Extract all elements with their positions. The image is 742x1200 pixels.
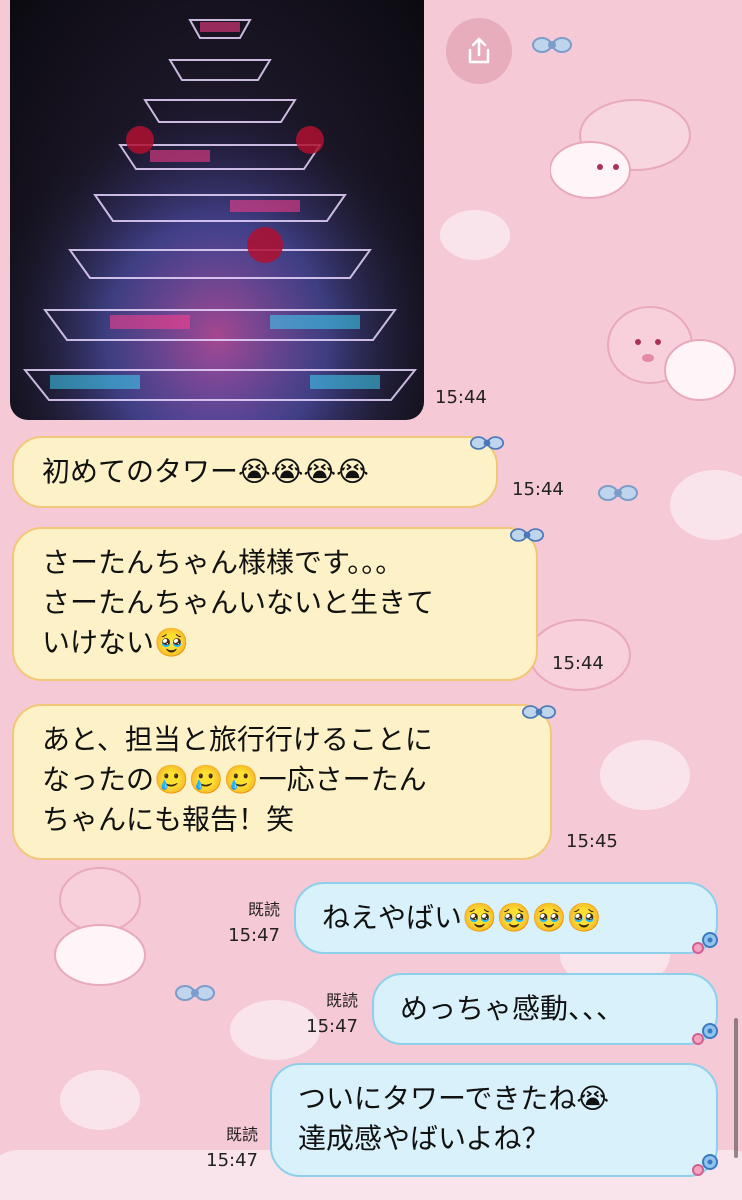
message-text: さーたんちゃん様様です。。。	[42, 546, 404, 579]
read-receipt: 既読 15:47	[296, 988, 358, 1040]
read-label: 既読	[325, 991, 358, 1010]
message-text: さーたんちゃんいないと生きて	[42, 586, 435, 619]
message-timestamp: 15:47	[228, 925, 280, 946]
bunny-wallpaper-icon	[54, 867, 146, 986]
ribbon-icon	[532, 37, 572, 53]
message-text: あと、担当と旅行行けることに	[42, 723, 433, 756]
message-timestamp: 15:44	[552, 653, 604, 674]
outgoing-message-bubble[interactable]: めっちゃ感動、、、	[372, 973, 718, 1045]
ribbon-icon	[470, 436, 504, 450]
incoming-message-bubble[interactable]: さーたんちゃん様様です。。。 さーたんちゃんいないと生きて いけない🥹	[12, 527, 538, 681]
read-receipt: 既読 15:47	[218, 897, 280, 949]
message-text: めっちゃ感動、、、	[400, 992, 625, 1025]
share-button[interactable]	[446, 18, 512, 84]
share-icon	[468, 37, 490, 64]
flower-icon	[692, 1023, 718, 1045]
bunny-wallpaper-icon	[550, 99, 691, 199]
message-text: なったの🥲🥲🥲一応さーたん	[42, 763, 427, 796]
message-text: 初めてのタワー😭😭😭😭	[42, 455, 369, 488]
message-timestamp: 15:44	[435, 387, 487, 408]
message-timestamp: 15:47	[206, 1150, 258, 1171]
ribbon-icon	[522, 705, 556, 719]
outgoing-message-bubble[interactable]: ねえやばい🥹🥹🥹🥹	[294, 882, 718, 954]
ribbon-icon	[598, 485, 638, 501]
read-receipt: 既読 15:47	[196, 1122, 258, 1174]
message-text: ねえやばい🥹🥹🥹🥹	[322, 901, 602, 934]
message-timestamp: 15:44	[512, 479, 564, 500]
incoming-message-bubble[interactable]: 初めてのタワー😭😭😭😭	[12, 436, 498, 508]
flower-icon	[692, 1154, 718, 1176]
champagne-tower-photo[interactable]	[10, 0, 424, 420]
ribbon-icon	[510, 528, 544, 542]
flower-icon	[692, 932, 718, 954]
read-label: 既読	[225, 1125, 258, 1144]
message-text: ちゃんにも報告！笑	[42, 803, 295, 836]
message-timestamp: 15:45	[566, 831, 618, 852]
message-timestamp: 15:47	[306, 1016, 358, 1037]
read-label: 既読	[247, 900, 280, 919]
message-text: いけない🥹	[42, 626, 189, 659]
incoming-message-bubble[interactable]: あと、担当と旅行行けることに なったの🥲🥲🥲一応さーたん ちゃんにも報告！笑	[12, 704, 552, 860]
ribbon-icon	[175, 985, 215, 1001]
champagne-tower-image	[10, 0, 424, 420]
message-text: ついにタワーできたね😭	[298, 1082, 610, 1115]
outgoing-message-bubble[interactable]: ついにタワーできたね😭 達成感やばいよね？	[270, 1063, 718, 1177]
scrollbar-thumb[interactable]	[734, 1018, 738, 1158]
bunny-wallpaper-icon	[607, 306, 736, 401]
message-text: 達成感やばいよね？	[298, 1122, 550, 1155]
